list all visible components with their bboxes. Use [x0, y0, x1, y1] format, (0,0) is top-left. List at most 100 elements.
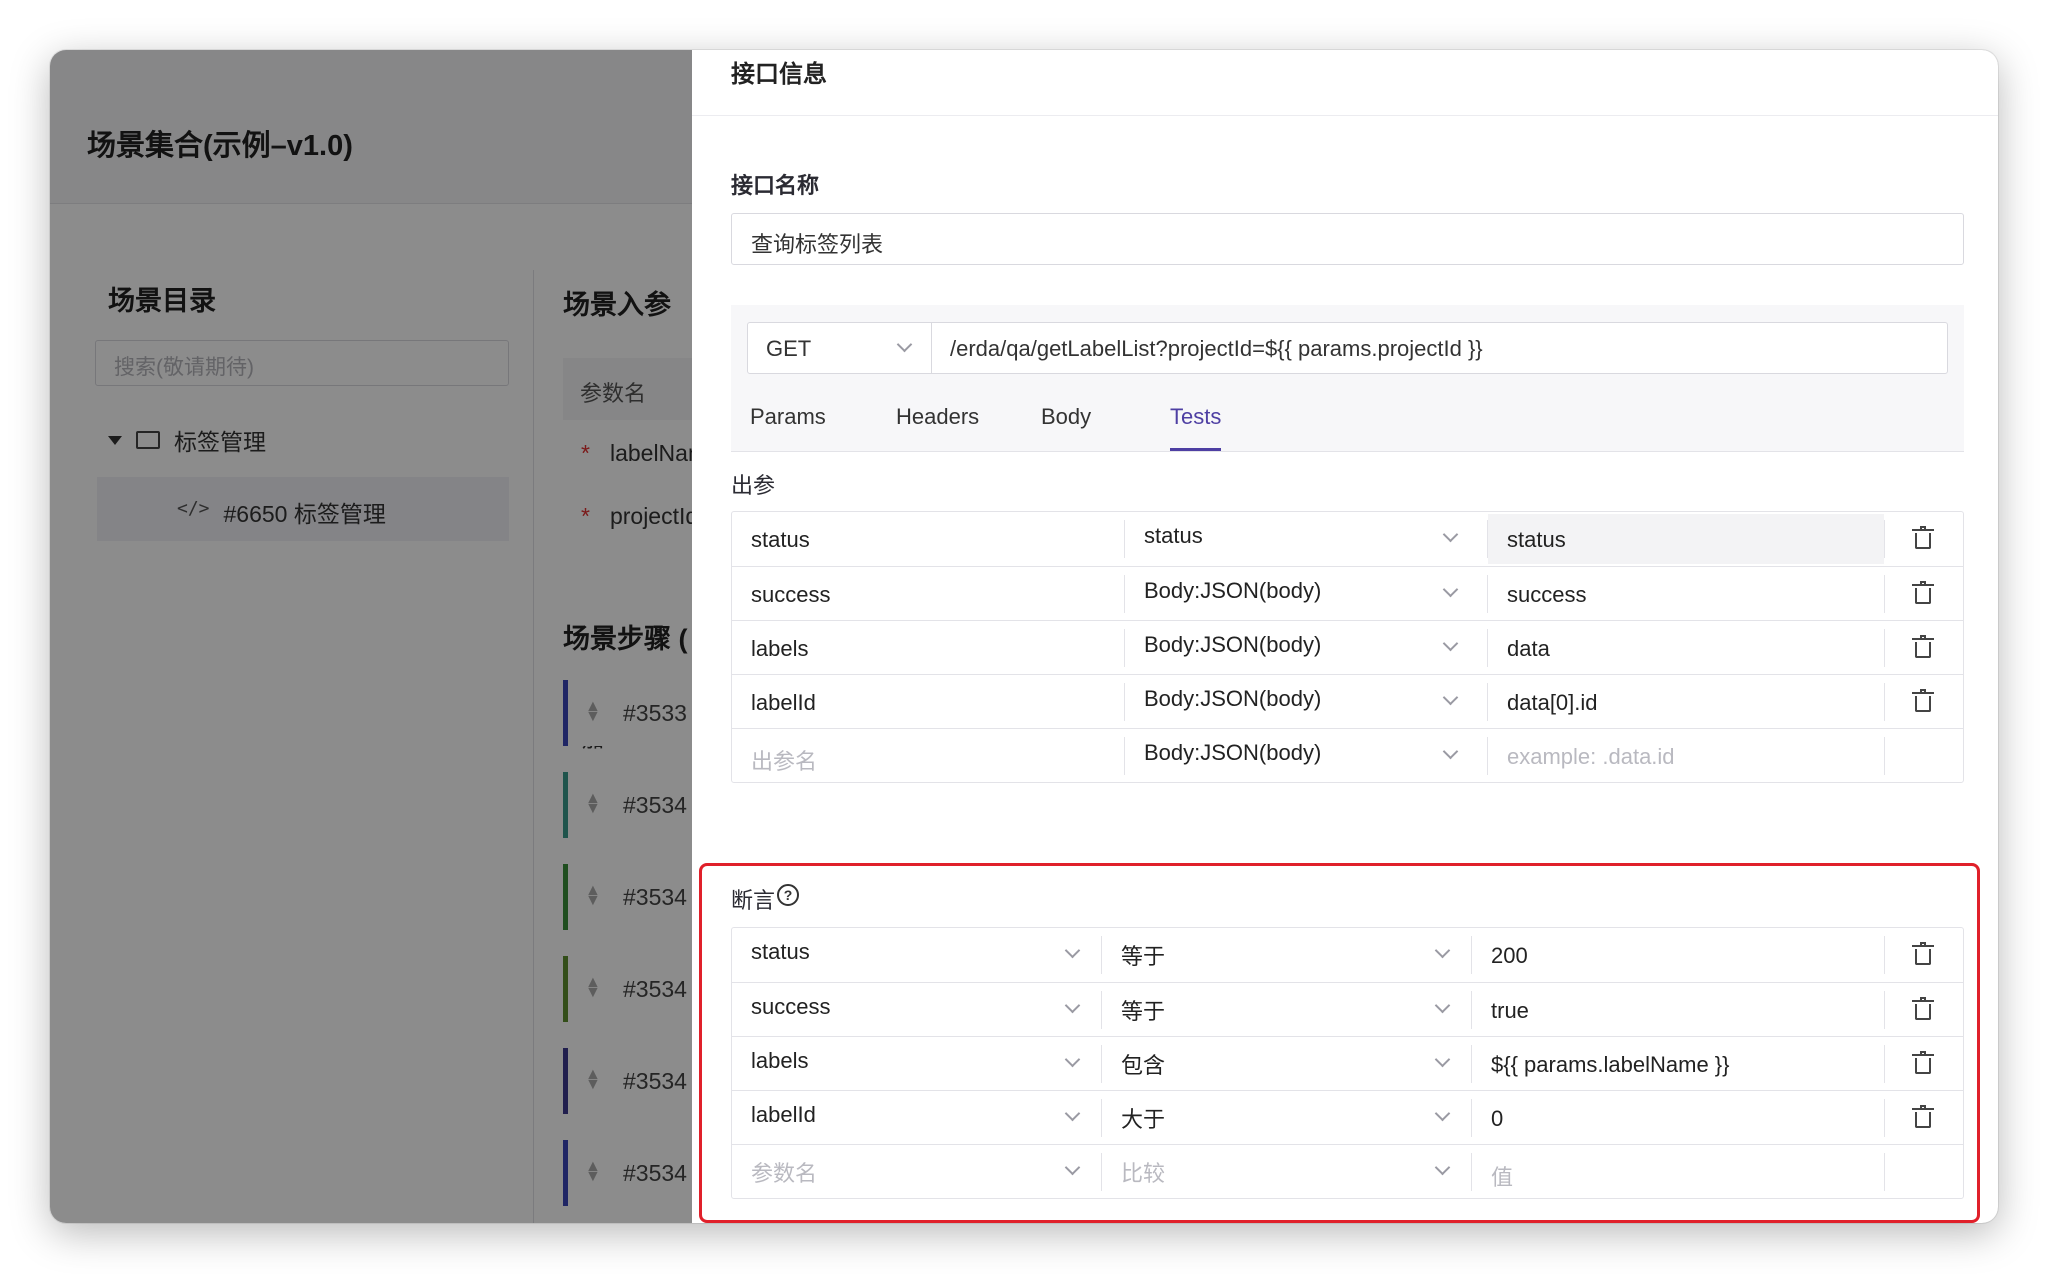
out-param-source-select[interactable]: Body:JSON(body) [1125, 617, 1465, 671]
drawer-header: 接口信息 [692, 50, 1998, 116]
assert-param-select[interactable]: 参数名 [732, 1141, 1062, 1195]
trash-icon[interactable] [1912, 526, 1934, 549]
trash-lid [1912, 1000, 1934, 1002]
trash-icon[interactable] [1912, 1051, 1934, 1074]
out-param-expression[interactable]: data [1488, 621, 1884, 675]
assert-param-select[interactable]: status [732, 924, 1062, 978]
chevron-down-icon [1434, 1051, 1451, 1068]
trash-lid [1912, 584, 1934, 586]
trash-icon[interactable] [1912, 635, 1934, 658]
divider [1884, 683, 1885, 721]
trash-lid [1912, 945, 1934, 947]
trash-icon[interactable] [1912, 997, 1934, 1020]
assert-param-select[interactable]: labelId [732, 1087, 1062, 1141]
assert-table: status 等于 200 success 等于 true labels 包含 ${{ para… [731, 927, 1964, 1199]
out-param-source-select[interactable]: Body:JSON(body) [1125, 563, 1465, 617]
out-param-expression[interactable]: example: .data.id [1488, 729, 1884, 783]
tab-tests[interactable]: Tests [1170, 404, 1222, 451]
assert-row: success 等于 true [732, 982, 1963, 1036]
divider [1884, 575, 1885, 613]
trash-lid [1912, 638, 1934, 640]
trash-body [1915, 588, 1931, 604]
assert-new-row: 参数名 比较值 [732, 1144, 1963, 1198]
out-param-name[interactable]: labelId [732, 675, 1122, 729]
divider [1884, 1153, 1885, 1191]
trash-body [1915, 1112, 1931, 1128]
assert-operator-select[interactable]: 等于 [1102, 924, 1432, 978]
trash-icon[interactable] [1912, 942, 1934, 965]
assert-value-input[interactable]: ${{ params.labelName }} [1472, 1037, 1882, 1091]
trash-lid [1912, 692, 1934, 694]
assert-value-input[interactable]: 值 [1472, 1145, 1882, 1199]
drawer-title: 接口信息 [731, 61, 827, 88]
divider [1884, 991, 1885, 1029]
chevron-down-icon [1434, 1159, 1451, 1176]
divider [1884, 1045, 1885, 1083]
trash-icon[interactable] [1912, 1105, 1934, 1128]
tab-headers[interactable]: Headers [896, 404, 979, 448]
assert-param-select[interactable]: labels [732, 1033, 1062, 1087]
trash-body [1915, 949, 1931, 965]
out-param-row: status status status [732, 512, 1963, 566]
out-param-name[interactable]: 出参名 [732, 729, 1122, 783]
chevron-down-icon [1064, 1105, 1081, 1122]
request-tabs: Params Headers Body Tests [731, 387, 1964, 452]
out-param-expression[interactable]: status [1488, 512, 1884, 566]
app-window: 场景集合(示例–v1.0) 场景目录 搜索(敬请期待) 标签管理 </> #66… [50, 50, 1998, 1223]
assert-label: 断言 [731, 888, 776, 913]
chevron-down-icon [1064, 942, 1081, 959]
chevron-down-icon [896, 336, 913, 353]
divider [1884, 520, 1885, 558]
out-param-source-select[interactable]: Body:JSON(body) [1125, 725, 1465, 779]
assert-value-input[interactable]: 200 [1472, 928, 1882, 982]
assert-operator-select[interactable]: 比较 [1102, 1141, 1432, 1195]
trash-lid [1912, 529, 1934, 531]
out-param-expression[interactable]: data[0].id [1488, 675, 1884, 729]
assert-row: labels 包含 ${{ params.labelName }} [732, 1036, 1963, 1090]
divider [1884, 936, 1885, 974]
trash-lid [1912, 1108, 1934, 1110]
tab-body[interactable]: Body [1041, 404, 1091, 448]
assert-value-input[interactable]: true [1472, 983, 1882, 1037]
api-name-input[interactable]: 查询标签列表 [731, 213, 1964, 265]
url-input[interactable]: /erda/qa/getLabelList?projectId=${{ para… [931, 322, 1948, 374]
out-param-name[interactable]: success [732, 567, 1122, 621]
trash-body [1915, 533, 1931, 549]
out-param-row: success Body:JSON(body) success [732, 566, 1963, 620]
trash-lid [1912, 1054, 1934, 1056]
assert-value-input[interactable]: 0 [1472, 1091, 1882, 1145]
chevron-down-icon [1064, 997, 1081, 1014]
trash-body [1915, 696, 1931, 712]
out-param-name[interactable]: status [732, 512, 1122, 566]
assert-param-select[interactable]: success [732, 979, 1062, 1033]
api-info-drawer: 接口信息 接口名称 查询标签列表 GET /erda/qa/getLabelLi… [692, 50, 1998, 1223]
chevron-down-icon [1064, 1159, 1081, 1176]
request-box: GET /erda/qa/getLabelList?projectId=${{ … [731, 305, 1964, 452]
chevron-down-icon [1434, 942, 1451, 959]
trash-body [1915, 1058, 1931, 1074]
assert-operator-select[interactable]: 包含 [1102, 1033, 1432, 1087]
chevron-down-icon [1434, 997, 1451, 1014]
assert-operator-select[interactable]: 大于 [1102, 1087, 1432, 1141]
out-param-row: labels Body:JSON(body) data [732, 620, 1963, 674]
chevron-down-icon [1064, 1051, 1081, 1068]
divider [1884, 629, 1885, 667]
method-value: GET [766, 336, 812, 361]
out-params-table: status status status success Body:JSON(body)… [731, 511, 1964, 783]
out-param-source-select[interactable]: Body:JSON(body) [1125, 671, 1465, 725]
trash-body [1915, 642, 1931, 658]
help-icon[interactable]: ? [777, 884, 799, 906]
method-select[interactable]: GET [747, 322, 932, 374]
tab-params[interactable]: Params [750, 404, 826, 448]
trash-icon[interactable] [1912, 581, 1934, 604]
out-param-name[interactable]: labels [732, 621, 1122, 675]
out-param-source-select[interactable]: status [1125, 508, 1465, 562]
assert-row: labelId 大于 0 [732, 1090, 1963, 1144]
api-name-label: 接口名称 [731, 173, 820, 198]
divider [1884, 1099, 1885, 1137]
assert-operator-select[interactable]: 等于 [1102, 979, 1432, 1033]
out-param-expression[interactable]: success [1488, 567, 1884, 621]
trash-icon[interactable] [1912, 689, 1934, 712]
chevron-down-icon [1434, 1105, 1451, 1122]
out-params-label: 出参 [731, 473, 776, 498]
